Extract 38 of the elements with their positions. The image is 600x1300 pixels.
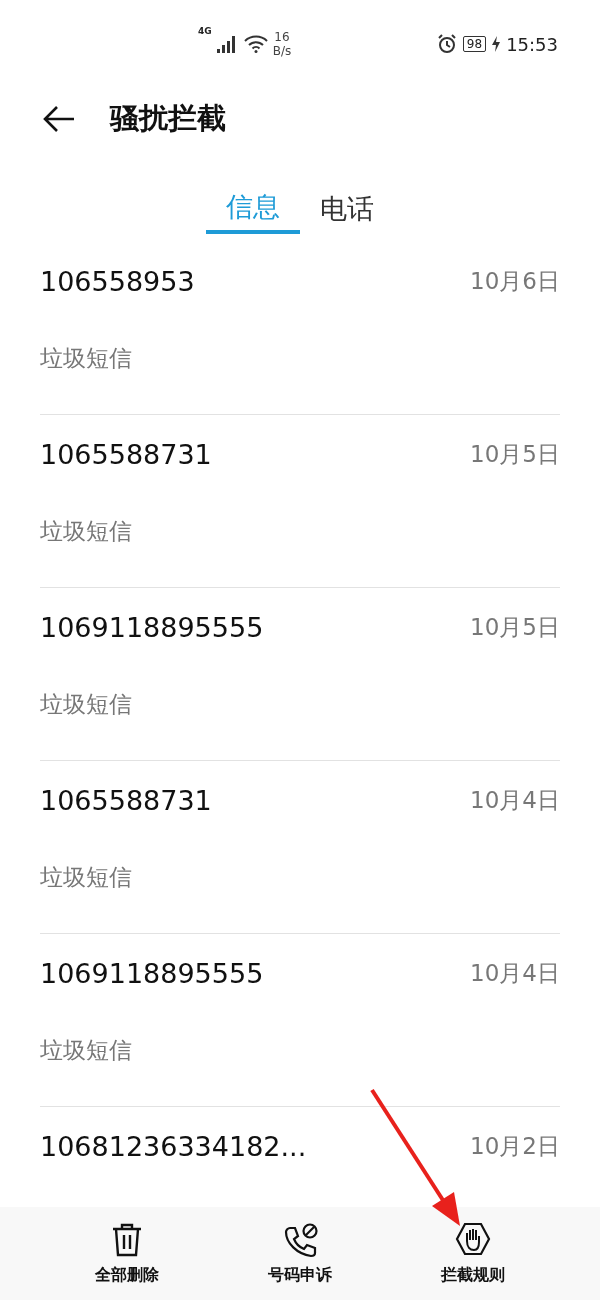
message-date: 10月5日 (470, 613, 560, 642)
phone-number: 1065588731 (40, 439, 212, 470)
message-row[interactable]: 1065588731 10月5日 垃圾短信 (40, 415, 560, 588)
message-preview: 垃圾短信 (40, 690, 133, 719)
back-arrow-icon (42, 105, 76, 133)
toolbar-button[interactable]: 全部删除 (94, 1221, 159, 1286)
message-preview: 垃圾短信 (40, 1036, 133, 1065)
wifi-icon (243, 35, 268, 53)
phone-number: 1065588731 (40, 785, 212, 816)
phone-number: 1069118895555 (40, 958, 264, 989)
alarm-icon (436, 34, 457, 54)
charging-icon (492, 36, 501, 52)
message-row[interactable]: 1065588731 10月4日 垃圾短信 (40, 761, 560, 934)
phone-number: 1069118895555 (40, 612, 264, 643)
phone-blocked-icon (282, 1221, 318, 1259)
message-preview: 垃圾短信 (40, 517, 133, 546)
phone-number: 10681236334182... (40, 1131, 307, 1162)
network-type: 4G (198, 26, 212, 36)
message-date: 10月4日 (470, 959, 560, 988)
message-row[interactable]: 106558953 10月6日 垃圾短信 (40, 242, 560, 415)
message-date: 10月5日 (470, 440, 560, 469)
speed-value: 16 (274, 30, 290, 44)
message-preview: 垃圾短信 (40, 863, 133, 892)
battery-level: 98 (462, 36, 487, 52)
toolbar-button[interactable]: 拦截规则 (441, 1221, 506, 1286)
tab[interactable]: 电话 (300, 178, 394, 234)
message-date: 10月6日 (470, 267, 560, 296)
clock-time: 15:53 (506, 33, 558, 55)
message-row[interactable]: 1069118895555 10月4日 垃圾短信 (40, 934, 560, 1107)
message-row[interactable]: 1069118895555 10月5日 垃圾短信 (40, 588, 560, 761)
toolbar-button[interactable]: 号码申诉 (268, 1221, 332, 1286)
message-date: 10月4日 (470, 786, 560, 815)
speed-unit: B/s (272, 44, 292, 58)
message-preview: 垃圾短信 (40, 344, 133, 373)
message-date: 10月2日 (470, 1132, 560, 1161)
phone-number: 106558953 (40, 266, 195, 297)
back-button[interactable] (42, 105, 76, 133)
page-title: 骚扰拦截 (110, 100, 226, 137)
